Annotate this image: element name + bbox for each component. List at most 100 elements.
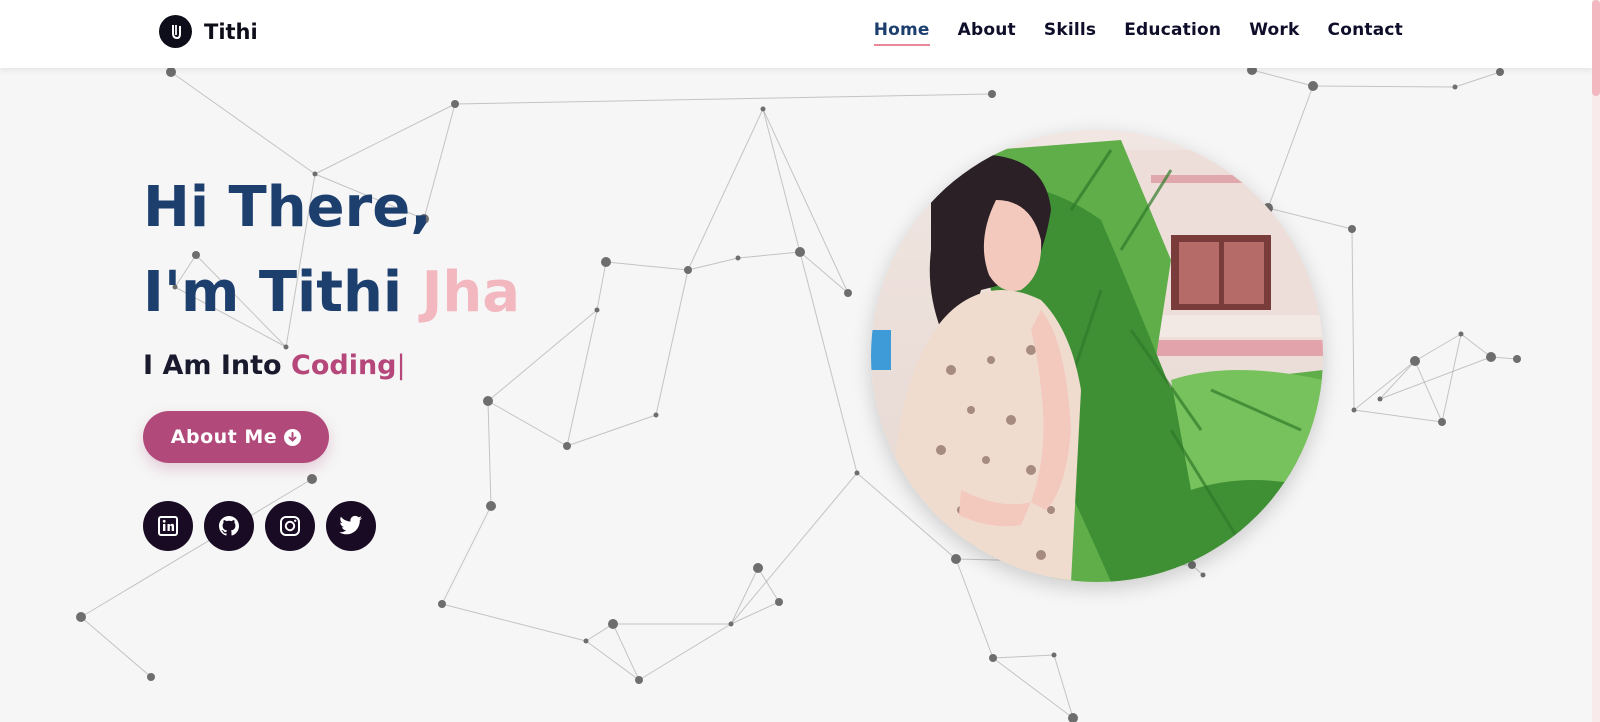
particle-node bbox=[594, 307, 600, 313]
particle-link bbox=[1267, 85, 1314, 209]
particle-link bbox=[441, 603, 587, 642]
particle-link bbox=[757, 567, 780, 603]
particle-node bbox=[728, 621, 734, 627]
typing-cursor: | bbox=[396, 350, 406, 381]
particle-node bbox=[486, 501, 496, 511]
particle-link bbox=[585, 640, 640, 681]
particle-link bbox=[1353, 360, 1416, 411]
particle-node bbox=[483, 396, 493, 406]
particle-node bbox=[1068, 713, 1078, 722]
particle-node bbox=[583, 638, 589, 644]
particle-node bbox=[1051, 652, 1057, 658]
particle-node bbox=[1486, 352, 1496, 362]
particle-node bbox=[988, 90, 996, 98]
particle-link bbox=[80, 616, 152, 678]
particle-link bbox=[762, 108, 858, 474]
instagram-button[interactable] bbox=[265, 501, 315, 551]
twitter-button[interactable] bbox=[326, 501, 376, 551]
nav-contact[interactable]: Contact bbox=[1328, 20, 1403, 46]
hero-subtitle: I Am Into Coding| bbox=[143, 350, 406, 381]
particle-node bbox=[1200, 572, 1206, 578]
arrow-down-circle-icon bbox=[284, 428, 302, 446]
hero-greeting: Hi There, bbox=[143, 175, 432, 240]
particle-node bbox=[1410, 356, 1420, 366]
nav-education[interactable]: Education bbox=[1124, 20, 1221, 46]
particle-link bbox=[1251, 69, 1314, 87]
particle-node bbox=[951, 554, 961, 564]
subtitle-prefix: I Am Into bbox=[143, 350, 291, 381]
particle-link bbox=[687, 108, 764, 271]
particle-node bbox=[1458, 331, 1464, 337]
nav-work[interactable]: Work bbox=[1249, 20, 1299, 46]
scrollbar-track[interactable] bbox=[1592, 0, 1600, 722]
twitter-icon bbox=[339, 515, 362, 535]
particle-link bbox=[1379, 360, 1416, 400]
particle-node bbox=[1348, 225, 1356, 233]
particle-link bbox=[1454, 71, 1501, 88]
particle-link bbox=[566, 309, 598, 447]
particle-link bbox=[1379, 356, 1492, 400]
particle-link bbox=[730, 601, 780, 625]
brand-name: Tithi bbox=[204, 19, 258, 44]
particle-link bbox=[687, 257, 739, 271]
particle-link bbox=[762, 108, 849, 294]
nav-skills[interactable]: Skills bbox=[1044, 20, 1096, 46]
about-me-label: About Me bbox=[170, 426, 278, 448]
about-me-button[interactable]: About Me bbox=[143, 411, 329, 463]
particle-link bbox=[730, 472, 858, 625]
particle-link bbox=[487, 400, 568, 447]
particle-node bbox=[1513, 355, 1521, 363]
particle-node bbox=[684, 266, 692, 274]
particle-link bbox=[454, 93, 993, 105]
social-links bbox=[143, 501, 387, 551]
particle-node bbox=[283, 344, 289, 350]
scrollbar-thumb[interactable] bbox=[1592, 0, 1600, 96]
nav-home[interactable]: Home bbox=[873, 20, 930, 46]
particle-link bbox=[1053, 654, 1074, 719]
particle-link bbox=[1441, 333, 1462, 423]
particle-node bbox=[147, 673, 155, 681]
particle-link bbox=[1312, 85, 1456, 88]
nav-about[interactable]: About bbox=[958, 20, 1016, 46]
logo-icon bbox=[159, 15, 192, 48]
particle-link bbox=[487, 400, 492, 507]
particle-link bbox=[638, 623, 732, 681]
typed-text: Coding bbox=[291, 350, 397, 381]
particle-node bbox=[451, 100, 459, 108]
particle-node bbox=[438, 600, 446, 608]
particle-link bbox=[799, 251, 849, 294]
particle-node bbox=[989, 654, 997, 662]
particle-link bbox=[737, 251, 801, 259]
particle-link bbox=[612, 623, 640, 681]
particle-node bbox=[735, 255, 741, 261]
particle-link bbox=[1351, 228, 1355, 411]
particle-node bbox=[753, 563, 763, 573]
particle-node bbox=[76, 612, 86, 622]
particle-node bbox=[601, 257, 611, 267]
particle-node bbox=[1438, 418, 1446, 426]
linkedin-button[interactable] bbox=[143, 501, 193, 551]
particle-node bbox=[1452, 84, 1458, 90]
particle-node bbox=[844, 289, 852, 297]
brand-logo[interactable]: Tithi bbox=[159, 15, 258, 48]
navbar: Tithi Home About Skills Education Work C… bbox=[0, 0, 1592, 68]
hero-name-prefix: I'm Tithi bbox=[143, 260, 422, 325]
particle-node bbox=[760, 106, 766, 112]
particle-link bbox=[1353, 409, 1443, 423]
particle-link bbox=[655, 269, 689, 416]
particle-node bbox=[563, 442, 571, 450]
particle-link bbox=[605, 261, 689, 271]
github-button[interactable] bbox=[204, 501, 254, 551]
particle-node bbox=[1308, 81, 1318, 91]
particle-node bbox=[1351, 407, 1357, 413]
particle-link bbox=[992, 657, 1074, 719]
main-nav: Home About Skills Education Work Contact bbox=[846, 20, 1403, 46]
profile-photo bbox=[871, 130, 1323, 582]
particle-link bbox=[992, 654, 1055, 659]
particle-node bbox=[854, 470, 860, 476]
particle-node bbox=[307, 474, 317, 484]
particle-link bbox=[170, 71, 316, 175]
particle-node bbox=[635, 676, 643, 684]
particle-link bbox=[1414, 360, 1443, 423]
particle-node bbox=[1377, 396, 1383, 402]
